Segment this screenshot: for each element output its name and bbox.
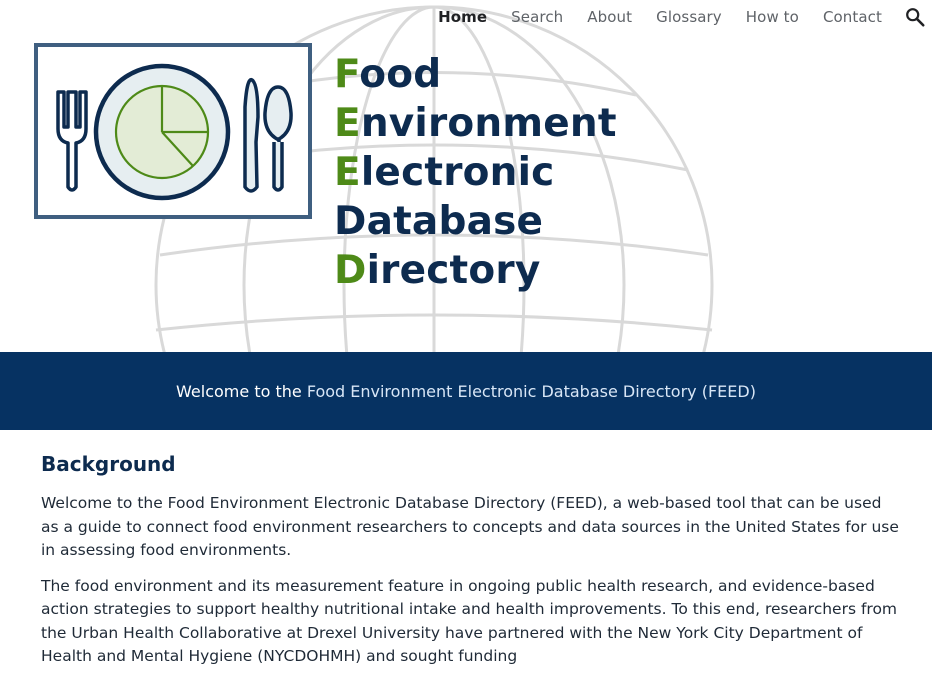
welcome-banner: Welcome to the Food Environment Electron… [0, 352, 932, 430]
title-line-environment: Environment [334, 101, 617, 146]
feed-name-highlight: Food Environment Electronic Database Dir… [306, 381, 756, 401]
nav-how-to[interactable]: How to [746, 8, 799, 26]
nav-home[interactable]: Home [438, 8, 487, 26]
title-line-database: Database [334, 199, 544, 244]
site-title: Food Environment Electronic Database Dir… [334, 50, 617, 295]
title-line-food: Food [334, 52, 442, 97]
search-icon[interactable] [904, 6, 926, 28]
title-line-electronic: Electronic [334, 150, 555, 195]
nav-glossary[interactable]: Glossary [656, 8, 722, 26]
nav-contact[interactable]: Contact [823, 8, 882, 26]
background-paragraph-2: The food environment and its measurement… [41, 576, 898, 666]
feed-logo[interactable] [34, 43, 312, 219]
background-paragraph-1: Welcome to the Food Environment Electron… [41, 494, 899, 559]
hero-section: Home Search About Glossary How to Contac… [0, 0, 932, 352]
nav-about[interactable]: About [587, 8, 632, 26]
title-line-directory: Directory [334, 248, 541, 293]
nav-search[interactable]: Search [511, 8, 563, 26]
plate-fork-knife-spoon-icon [56, 63, 293, 201]
background-heading: Background [41, 452, 176, 476]
top-nav: Home Search About Glossary How to Contac… [438, 0, 932, 34]
main-content: Background Welcome to the Food Environme… [41, 452, 901, 681]
welcome-text: Welcome to the Food Environment Electron… [176, 381, 756, 401]
